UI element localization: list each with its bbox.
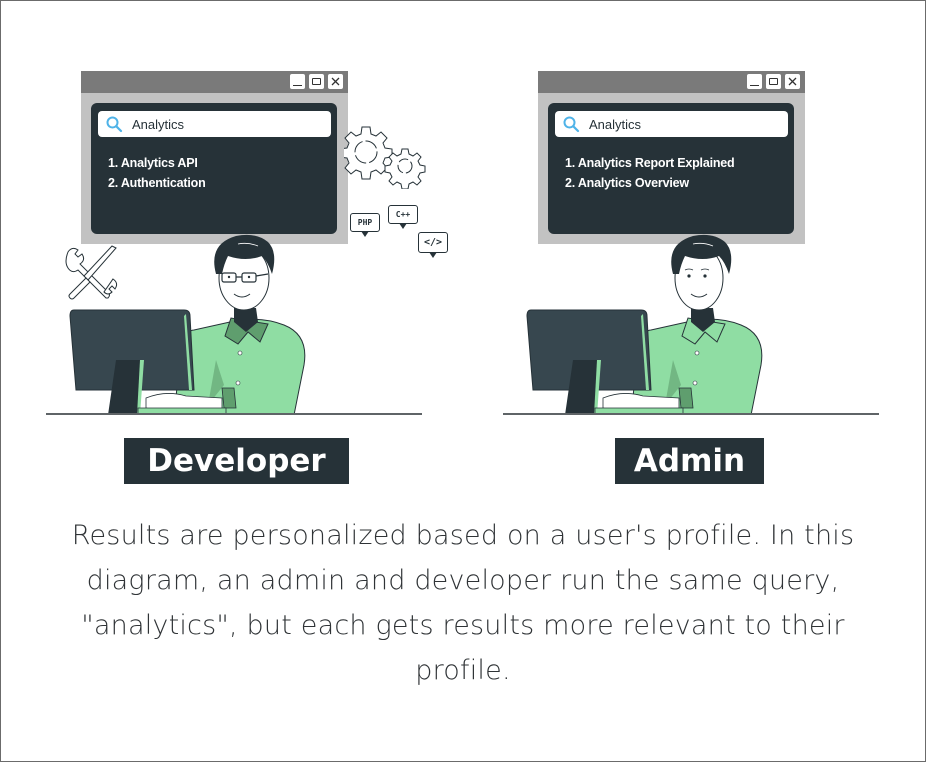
minimize-icon — [290, 74, 305, 89]
search-result: 1. Analytics Report Explained — [565, 156, 735, 170]
search-results: 1. Analytics Report Explained 2. Analyti… — [565, 153, 735, 193]
bubble-text: PHP — [357, 218, 373, 227]
search-result: 2. Authentication — [108, 176, 206, 190]
developer-panel: Analytics 1. Analytics API 2. Authentica… — [46, 0, 448, 430]
maximize-icon — [309, 74, 324, 89]
bubble-text: C++ — [395, 210, 411, 219]
window-titlebar — [81, 71, 348, 93]
bubble-text: </> — [423, 237, 443, 248]
search-window: Analytics 1. Analytics API 2. Authentica… — [81, 71, 348, 244]
close-icon — [328, 74, 343, 89]
php-bubble-icon: PHP — [350, 213, 380, 237]
search-results: 1. Analytics API 2. Authentication — [108, 153, 206, 193]
caption-text: Results are personalized based on a user… — [71, 520, 855, 686]
admin-illustration — [526, 234, 763, 415]
search-query: Analytics — [132, 116, 185, 132]
gears-icon — [344, 126, 426, 189]
developer-illustration — [69, 234, 306, 415]
search-result: 2. Analytics Overview — [565, 176, 689, 190]
minimize-icon — [747, 74, 762, 89]
search-icon — [106, 116, 123, 133]
search-box: Analytics — [555, 111, 788, 137]
search-icon — [563, 116, 580, 133]
search-screen: Analytics 1. Analytics Report Explained … — [548, 103, 794, 234]
search-box: Analytics — [98, 111, 331, 137]
floor-line — [503, 413, 879, 415]
close-icon — [785, 74, 800, 89]
code-bubble-icon: </> — [418, 232, 448, 258]
developer-label: Developer — [124, 438, 349, 484]
maximize-icon — [766, 74, 781, 89]
search-window: Analytics 1. Analytics Report Explained … — [538, 71, 805, 244]
search-query: Analytics — [589, 116, 642, 132]
cpp-bubble-icon: C++ — [388, 205, 418, 229]
search-screen: Analytics 1. Analytics API 2. Authentica… — [91, 103, 337, 234]
admin-label: Admin — [615, 438, 764, 484]
window-titlebar — [538, 71, 805, 93]
admin-panel: Analytics 1. Analytics Report Explained … — [503, 0, 903, 430]
search-result: 1. Analytics API — [108, 156, 198, 170]
floor-line — [46, 413, 422, 415]
